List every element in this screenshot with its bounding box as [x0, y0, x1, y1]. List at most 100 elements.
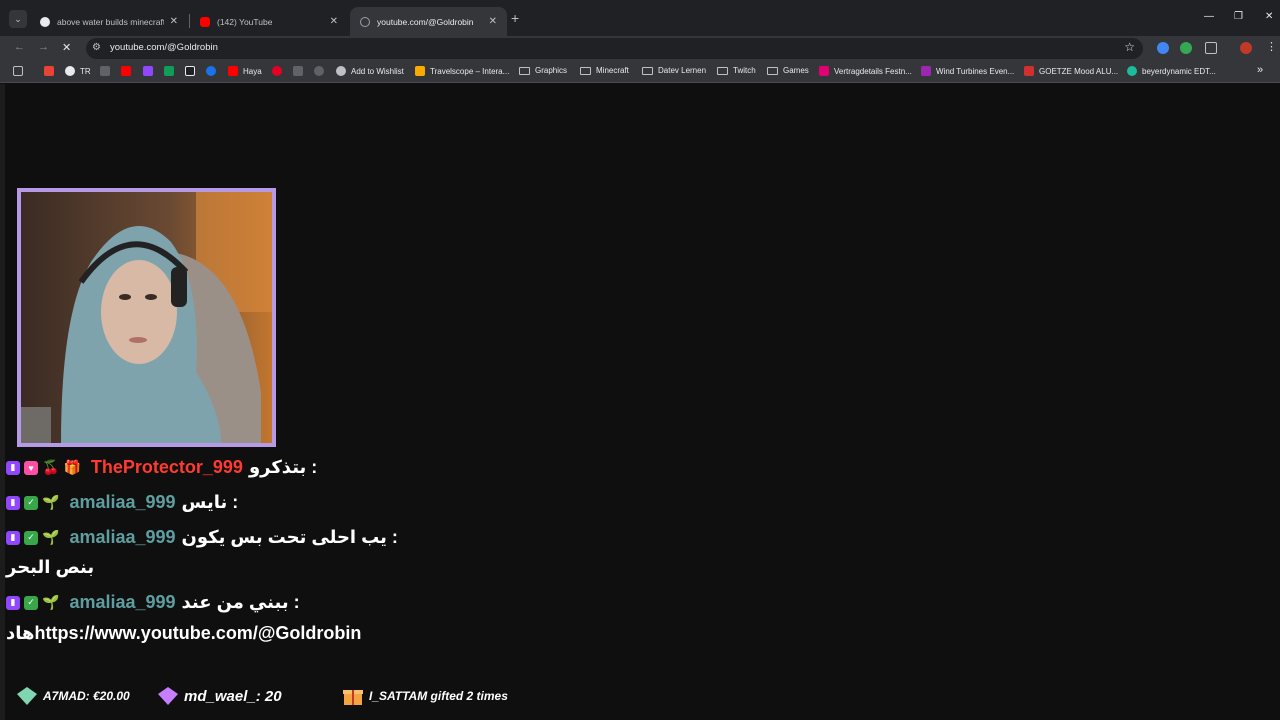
ticker-item: A7MAD: €20.00	[16, 686, 130, 706]
twitch-bookmark-icon[interactable]	[143, 66, 158, 76]
chat-message: ▮ ✓ 🌱 amaliaa_999 ببني من عند :	[6, 592, 300, 613]
travelscope-icon	[415, 66, 425, 76]
bookmark-icon-6[interactable]	[314, 66, 329, 76]
bookmark-games[interactable]: Games	[767, 66, 809, 75]
twitch-badge-icon: ▮	[6, 460, 20, 475]
bookmark-twitch[interactable]: Twitch	[717, 66, 756, 75]
heart-badge-icon: ♥	[24, 460, 38, 475]
chat-message: ▮ ✓ 🌱 amaliaa_999 يب احلى تحت بس يكون :	[6, 527, 398, 548]
address-bar[interactable]: ⚙ youtube.com/@Goldrobin ☆	[86, 38, 1143, 59]
more-bookmarks-icon[interactable]: »	[1257, 64, 1263, 76]
ticker-item: I_SATTAM gifted 2 times	[342, 686, 508, 706]
beyerdynamic-icon	[1127, 66, 1137, 76]
bookmark-icon-1[interactable]	[100, 66, 115, 76]
tab-youtube[interactable]: (142) YouTube ✕	[190, 7, 348, 36]
bookmark-vertragdetails[interactable]: Vertragdetails Festn...	[819, 66, 912, 76]
streamer-webcam-image	[21, 192, 272, 443]
twitch-badge-icon: ▮	[6, 530, 20, 545]
seedling-icon: 🌱	[42, 594, 60, 610]
youtube-icon	[228, 66, 238, 76]
bookmark-minecraft[interactable]: Minecraft	[580, 66, 629, 75]
pinterest-bookmark-icon[interactable]	[272, 66, 287, 76]
checkmark-badge-icon: ✓	[24, 595, 38, 610]
goetze-icon	[1024, 66, 1034, 76]
tab-title: (142) YouTube	[217, 16, 273, 27]
twitch-badge-icon: ▮	[6, 495, 20, 510]
seedling-icon: 🌱	[42, 529, 60, 545]
gmail-bookmark-icon[interactable]	[44, 66, 59, 76]
bookmark-icon-3[interactable]	[185, 66, 200, 76]
left-edge-strip	[0, 84, 5, 720]
google-icon	[65, 66, 75, 76]
chat-username: amaliaa_999	[69, 527, 176, 547]
bookmark-beyerdynamic[interactable]: beyerdynamic EDT...	[1127, 66, 1216, 76]
ticker-item: md_wael_: 20	[157, 686, 282, 706]
tab-search-button[interactable]: ⌄	[9, 10, 27, 28]
bookmark-icon-2[interactable]	[164, 66, 179, 76]
event-icon	[921, 66, 931, 76]
stop-loading-icon[interactable]: ✕	[62, 41, 71, 54]
extension-green-icon[interactable]	[1180, 42, 1192, 54]
checkmark-badge-icon: ✓	[24, 495, 38, 510]
bookmark-graphics[interactable]: Graphics	[519, 66, 567, 75]
youtube-bookmark-icon[interactable]	[121, 66, 136, 76]
url-text: youtube.com/@Goldrobin	[110, 42, 218, 53]
cheer-gem-icon	[17, 687, 37, 705]
bookmark-travelscope[interactable]: Travelscope – Intera...	[415, 66, 509, 76]
close-tab-icon[interactable]: ✕	[170, 16, 178, 27]
chat-message: ▮ ♥ 🍒 🎁 TheProtector_999 بتذكرو :	[6, 457, 317, 478]
bookmarks-bar: TR Haya Add to Wishlist Travelscope – In…	[0, 61, 1280, 83]
forward-icon[interactable]: →	[38, 41, 49, 53]
close-tab-icon[interactable]: ✕	[489, 16, 497, 27]
google-favicon-icon	[40, 16, 50, 27]
close-window-icon[interactable]: ✕	[1265, 11, 1273, 22]
back-icon[interactable]: ←	[14, 41, 25, 53]
site-info-icon[interactable]: ⚙	[92, 42, 101, 53]
twitch-badge-icon: ▮	[6, 595, 20, 610]
folder-icon	[580, 66, 591, 75]
extensions-puzzle-icon[interactable]	[1205, 42, 1217, 54]
bookmark-star-icon[interactable]: ☆	[1124, 40, 1135, 54]
extension-blue-icon[interactable]	[1157, 42, 1169, 54]
profile-avatar[interactable]	[1240, 42, 1252, 54]
browser-toolbar: ← → ✕ ⚙ youtube.com/@Goldrobin ☆ ⋮	[0, 36, 1280, 61]
chat-username: amaliaa_999	[69, 492, 176, 512]
webcam-frame	[17, 188, 276, 447]
new-tab-button[interactable]: +	[511, 11, 519, 25]
globe-icon	[336, 66, 346, 76]
chat-username: amaliaa_999	[69, 592, 176, 612]
cherries-icon: 🍒	[42, 459, 60, 475]
bookmark-haya[interactable]: Haya	[228, 66, 262, 76]
ticker-text: A7MAD: €20.00	[43, 689, 130, 703]
chat-message: ▮ ✓ 🌱 amaliaa_999 نايس :	[6, 492, 238, 513]
tab-strip: ⌄ above water builds minecraft ✕ (142) Y…	[0, 0, 1280, 36]
restore-icon[interactable]: ❐	[1234, 11, 1243, 22]
apps-grid-icon[interactable]	[13, 66, 28, 76]
chat-text-continuation: بنص البحر	[6, 557, 95, 577]
bookmark-tr[interactable]: TR	[65, 66, 91, 76]
chat-text: ببني من عند :	[181, 592, 300, 612]
close-tab-icon[interactable]: ✕	[330, 16, 338, 27]
tab-goldrobin[interactable]: youtube.com/@Goldrobin ✕	[350, 7, 507, 36]
bookmark-goetze[interactable]: GOETZE Mood ALU...	[1024, 66, 1118, 76]
folder-icon	[717, 66, 728, 75]
chat-text: يب احلى تحت بس يكون :	[181, 527, 398, 547]
bookmark-icon-4[interactable]	[206, 66, 221, 76]
folder-icon	[767, 66, 778, 75]
ticker-text: md_wael_: 20	[184, 687, 282, 705]
bits-gem-icon	[158, 687, 178, 705]
youtube-favicon-icon	[200, 16, 210, 27]
bookmark-add-to-wishlist[interactable]: Add to Wishlist	[336, 66, 404, 76]
bookmark-icon-5[interactable]	[293, 66, 308, 76]
minimize-icon[interactable]: —	[1204, 11, 1214, 22]
bookmark-datev-lernen[interactable]: Datev Lernen	[642, 66, 706, 75]
chat-username: TheProtector_999	[90, 457, 243, 477]
bookmark-wind-turbines[interactable]: Wind Turbines Even...	[921, 66, 1014, 76]
chat-text-continuation: هادhttps://www.youtube.com/@Goldrobin	[6, 623, 362, 643]
tab-minecraft[interactable]: above water builds minecraft ✕	[30, 7, 188, 36]
seedling-icon: 🌱	[42, 494, 60, 510]
loading-favicon-icon	[360, 16, 370, 27]
menu-kebab-icon[interactable]: ⋮	[1266, 40, 1277, 53]
checkmark-badge-icon: ✓	[24, 530, 38, 545]
telekom-icon	[819, 66, 829, 76]
